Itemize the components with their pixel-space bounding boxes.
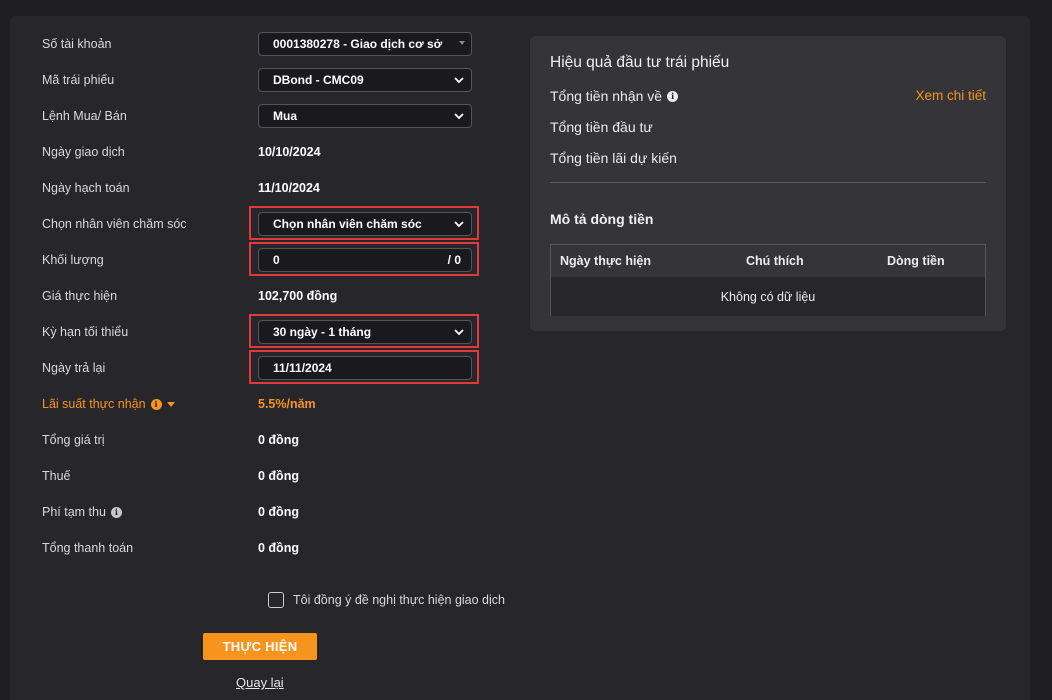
investment-summary-panel: Hiệu quả đầu tư trái phiếu Tổng tiền nhậ… (530, 36, 1006, 331)
total-invested-label: Tổng tiền đầu tư (550, 119, 653, 135)
chevron-down-icon (454, 77, 464, 84)
total-payment-label: Tổng thanh toán (42, 541, 134, 555)
total-invested-row: Tổng tiền đầu tư (550, 119, 653, 135)
price-value: 102,700 đồng (258, 289, 338, 303)
cashflow-table: Ngày thực hiện Chú thích Dòng tiền Không… (550, 244, 986, 316)
account-select[interactable]: 0001380278 - Giao dịch cơ sở (258, 32, 472, 56)
rate-row: Lãi suất thực nhận i 5.5%/năm (42, 386, 512, 422)
accounting-date-value: 11/10/2024 (258, 181, 320, 195)
cashflow-title: Mô tả dòng tiền (550, 211, 654, 227)
accounting-date-row: Ngày hạch toán 11/10/2024 (42, 170, 512, 206)
order-type-label: Lệnh Mua/ Bán (42, 109, 127, 123)
highlight-box-min-term (249, 314, 479, 348)
info-icon[interactable]: i (667, 90, 679, 102)
accounting-date-label: Ngày hạch toán (42, 181, 130, 195)
tax-label: Thuế (42, 469, 71, 483)
highlight-box-return-date (249, 350, 479, 384)
table-empty-row: Không có dữ liệu (551, 277, 985, 316)
caret-down-icon[interactable] (166, 401, 175, 407)
care-staff-label: Chọn nhân viên chăm sóc (42, 217, 187, 231)
highlight-box-quantity (249, 242, 479, 276)
rate-value: 5.5%/năm (258, 397, 316, 411)
table-header: Ngày thực hiện Chú thích Dòng tiền (551, 245, 985, 277)
highlight-box-care-staff (249, 206, 479, 240)
expected-interest-row: Tổng tiền lãi dự kiến (550, 150, 677, 166)
agree-label: Tôi đồng ý đề nghị thực hiện giao dịch (293, 593, 505, 607)
empty-text: Không có dữ liệu (720, 289, 816, 304)
trade-date-row: Ngày giao dịch 10/10/2024 (42, 134, 512, 170)
summary-title: Hiệu quả đầu tư trái phiếu (550, 54, 730, 71)
column-header-note: Chú thích (746, 254, 804, 268)
temp-fee-row: Phí tạm thu i 0 đồng (42, 494, 512, 530)
tax-value: 0 đồng (258, 469, 299, 483)
trade-date-label: Ngày giao dịch (42, 145, 125, 159)
return-date-label: Ngày trả lại (42, 361, 106, 375)
column-header-cashflow: Dòng tiền (887, 254, 945, 268)
order-type-row: Lệnh Mua/ Bán Mua (42, 98, 512, 134)
order-type-select[interactable]: Mua (258, 104, 472, 128)
agree-checkbox-row[interactable]: Tôi đồng ý đề nghị thực hiện giao dịch (268, 592, 505, 608)
view-detail-link[interactable]: Xem chi tiết (915, 88, 986, 103)
total-received-row: Tổng tiền nhận về i (550, 88, 679, 104)
rate-label[interactable]: Lãi suất thực nhận i (42, 397, 175, 411)
account-label: Số tài khoản (42, 37, 112, 51)
chevron-down-icon (454, 113, 464, 120)
back-link[interactable]: Quay lại (236, 675, 284, 690)
total-payment-value: 0 đồng (258, 541, 299, 555)
order-type-value: Mua (273, 109, 297, 123)
bond-code-label: Mã trái phiếu (42, 73, 115, 87)
submit-button[interactable]: THỰC HIỆN (203, 633, 317, 660)
info-icon[interactable]: i (110, 506, 122, 518)
total-value-row: Tổng giá trị 0 đồng (42, 422, 512, 458)
bond-code-value: DBond - CMC09 (273, 73, 364, 87)
total-value-value: 0 đồng (258, 433, 299, 447)
bond-code-select[interactable]: DBond - CMC09 (258, 68, 472, 92)
account-row: Số tài khoản 0001380278 - Giao dịch cơ s… (42, 26, 512, 62)
temp-fee-label-text: Phí tạm thu (42, 505, 106, 519)
trade-date-value: 10/10/2024 (258, 145, 321, 159)
bond-code-row: Mã trái phiếu DBond - CMC09 (42, 62, 512, 98)
expected-interest-label: Tổng tiền lãi dự kiến (550, 150, 677, 166)
temp-fee-label: Phí tạm thu i (42, 505, 122, 519)
total-received-label: Tổng tiền nhận về (550, 88, 663, 104)
info-icon[interactable]: i (150, 398, 162, 410)
total-value-label: Tổng giá trị (42, 433, 105, 447)
column-header-date: Ngày thực hiện (560, 254, 652, 268)
caret-down-icon (459, 41, 465, 45)
rate-label-text: Lãi suất thực nhận (42, 397, 146, 411)
quantity-label: Khối lượng (42, 253, 104, 267)
account-value: 0001380278 - Giao dịch cơ sở (273, 37, 443, 51)
agree-checkbox[interactable] (268, 592, 284, 608)
price-label: Giá thực hiện (42, 289, 118, 303)
min-term-label: Kỳ hạn tối thiểu (42, 325, 129, 339)
tax-row: Thuế 0 đồng (42, 458, 512, 494)
divider (550, 182, 986, 183)
price-row: Giá thực hiện 102,700 đồng (42, 278, 512, 314)
total-payment-row: Tổng thanh toán 0 đồng (42, 530, 512, 566)
temp-fee-value: 0 đồng (258, 505, 299, 519)
